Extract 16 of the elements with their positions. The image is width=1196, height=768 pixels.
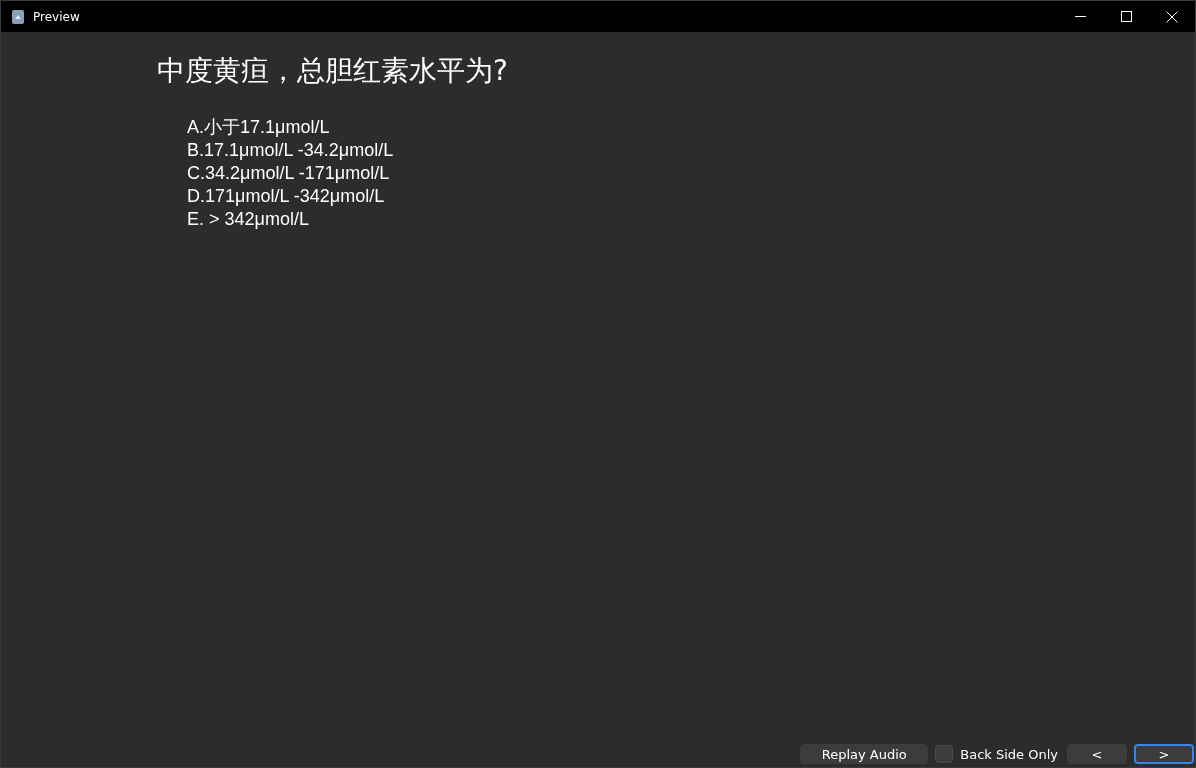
answer-option: B.17.1μmol/L -34.2μmol/L [187, 139, 1195, 162]
answer-option: D.171μmol/L -342μmol/L [187, 185, 1195, 208]
minimize-icon [1074, 15, 1086, 18]
close-icon [1166, 10, 1178, 23]
replay-audio-button[interactable]: Replay Audio [800, 744, 929, 764]
answer-option: E. > 342μmol/L [187, 208, 1195, 231]
answer-option: A.小于17.1μmol/L [187, 116, 1195, 139]
checkbox[interactable] [935, 745, 954, 763]
nav-button[interactable]: < [1067, 744, 1127, 764]
nav-button[interactable]: > [1134, 744, 1194, 764]
checkbox-label: Back Side Only [960, 746, 1058, 762]
answer-option: C.34.2μmol/L -171μmol/L [187, 162, 1195, 185]
app-icon [11, 8, 25, 25]
question-text: 中度黄疸，总胆红素水平为? [157, 53, 509, 89]
window-title: Preview [33, 9, 81, 24]
maximize-icon [1120, 11, 1132, 22]
